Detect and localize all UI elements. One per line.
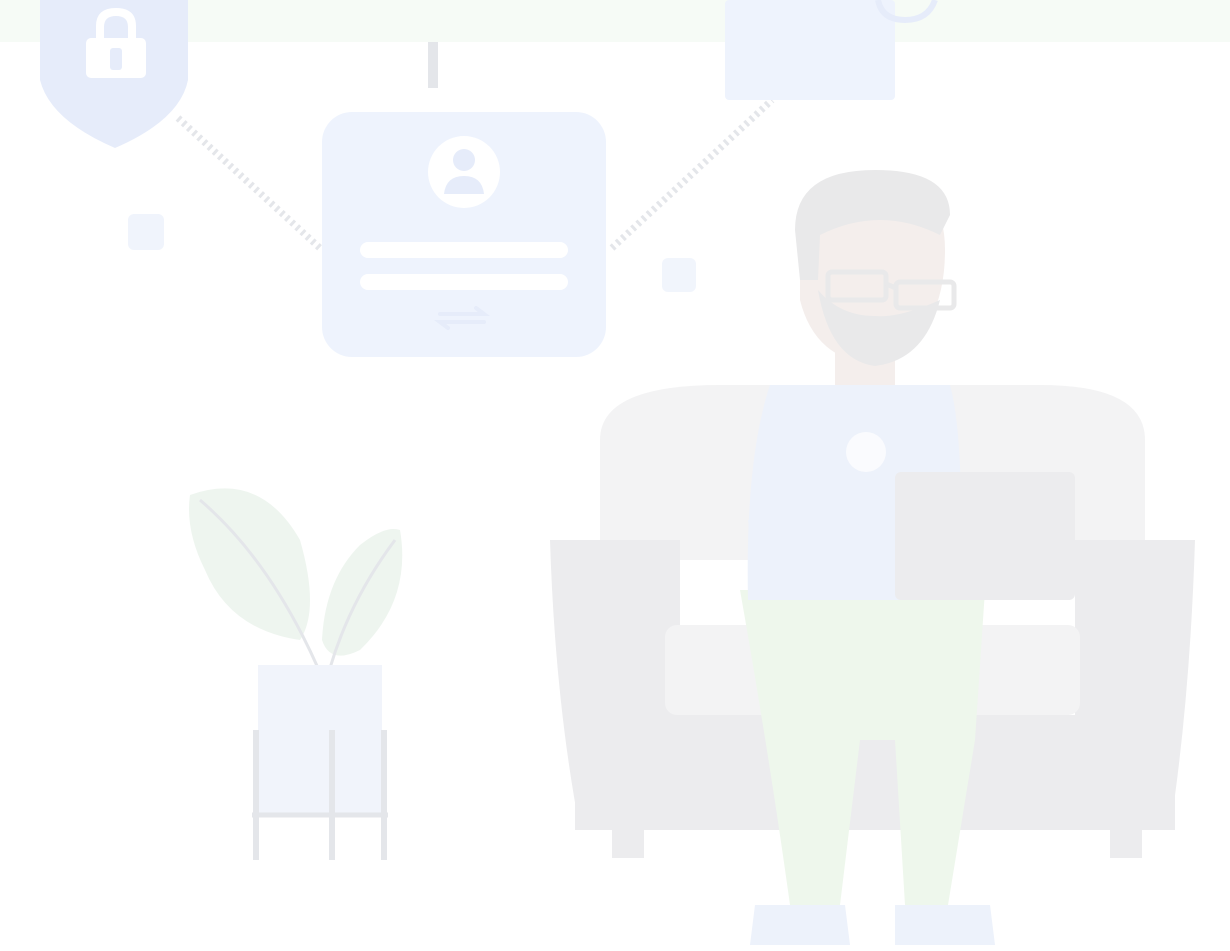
padlock-keyhole	[110, 48, 122, 70]
connector-card-to-doc	[609, 97, 775, 251]
shirt-logo-icon	[846, 432, 886, 472]
sofa-foot-left	[612, 828, 644, 858]
user-avatar-icon	[428, 136, 500, 208]
avatar-head	[453, 149, 475, 171]
plant-pot	[258, 665, 382, 815]
person-feet	[750, 905, 995, 945]
deco-square-right	[662, 258, 696, 292]
sofa-foot-right	[1110, 828, 1142, 858]
potted-plant-group	[189, 488, 403, 860]
security-login-illustration	[0, 0, 1230, 945]
deco-square-left	[128, 214, 164, 250]
document-card	[725, 0, 895, 100]
laptop	[895, 472, 1075, 600]
username-field-bar	[360, 242, 568, 258]
login-card-group	[322, 112, 606, 357]
password-field-bar	[360, 274, 568, 290]
connector-shield-to-card	[175, 115, 325, 253]
illustration-canvas	[0, 0, 1230, 951]
avatar-circle	[428, 136, 500, 208]
shield-lock-group	[40, 0, 188, 148]
